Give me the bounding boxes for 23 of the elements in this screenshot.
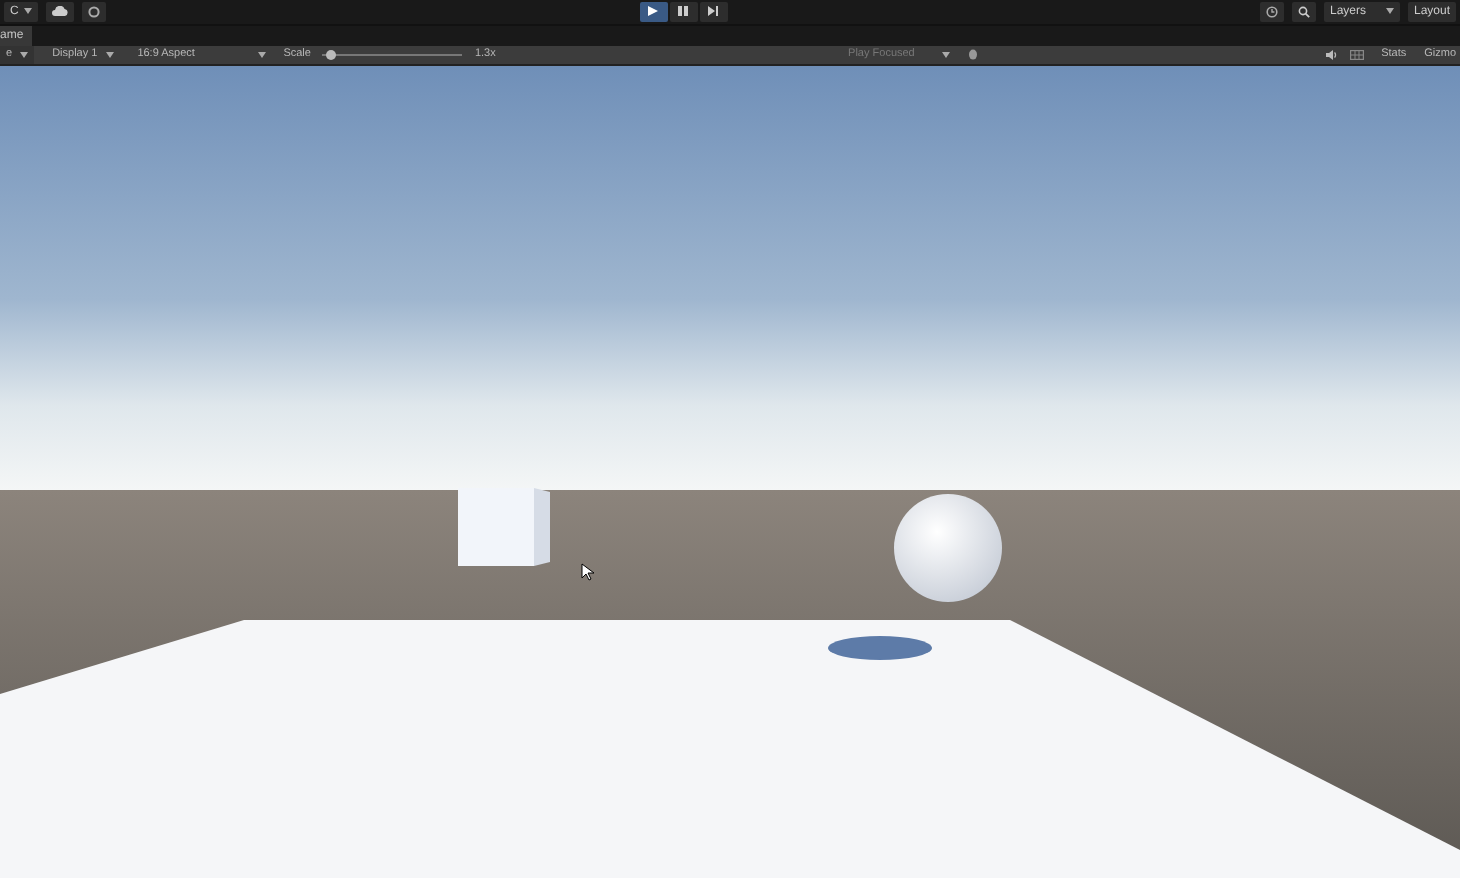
- cloud-button[interactable]: [46, 1, 75, 22]
- step-icon: [708, 6, 719, 17]
- history-button[interactable]: [1260, 1, 1284, 22]
- step-button[interactable]: [699, 1, 728, 22]
- cloud-icon: [52, 6, 69, 17]
- caret-icon: [942, 51, 951, 58]
- grid-icon[interactable]: [1349, 49, 1364, 60]
- play-icon: [648, 6, 659, 17]
- search-button[interactable]: [1292, 1, 1316, 22]
- speaker-icon[interactable]: [1325, 49, 1338, 60]
- caret-icon: [257, 51, 266, 58]
- history-icon: [1266, 5, 1278, 18]
- caret-icon: [24, 8, 33, 15]
- settings-button[interactable]: [82, 1, 107, 22]
- scale-slider[interactable]: [322, 49, 463, 60]
- caret-icon: [1386, 8, 1394, 15]
- pause-button[interactable]: [669, 1, 698, 22]
- play-button[interactable]: [639, 1, 668, 22]
- caret-icon: [20, 51, 29, 58]
- search-icon: [1298, 5, 1310, 18]
- pause-icon: [678, 6, 689, 17]
- slider-thumb[interactable]: [326, 49, 337, 60]
- caret-icon: [105, 51, 114, 58]
